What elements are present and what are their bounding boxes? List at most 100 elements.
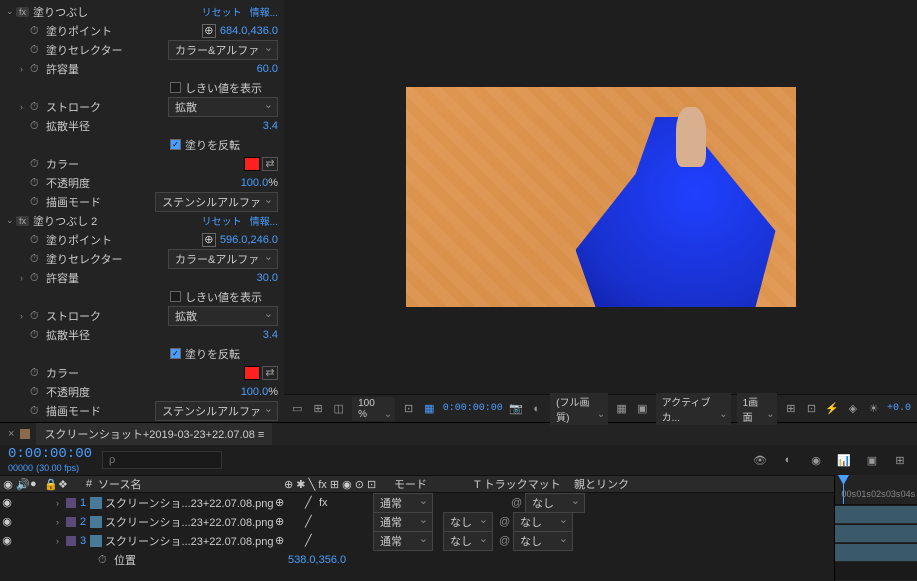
percent-value[interactable]: 100.0	[241, 177, 269, 189]
checkbox[interactable]	[170, 291, 181, 302]
pickwhip-icon[interactable]: @	[511, 497, 525, 509]
checkbox[interactable]	[170, 82, 181, 93]
motion-blur-icon[interactable]: ◉	[807, 451, 825, 469]
channels-icon[interactable]: ◐	[529, 400, 544, 418]
layer-name[interactable]: スクリーンショ...23+22.07.08.png	[105, 533, 275, 549]
expand-icon[interactable]: ›	[20, 311, 30, 321]
layer-switches-icon[interactable]: ⊞	[891, 451, 909, 469]
exposure-icon[interactable]: ☀	[866, 400, 881, 418]
views-dropdown[interactable]: 1画面	[737, 393, 778, 425]
reset-link[interactable]: リセット	[202, 213, 242, 228]
dropdown[interactable]: カラー&アルファ	[168, 40, 278, 60]
parent-dropdown[interactable]: なし	[525, 493, 585, 513]
stopwatch-icon[interactable]: ⏱	[30, 101, 42, 113]
point-value[interactable]: 596.0,246.0	[220, 234, 278, 246]
dropdown[interactable]: ステンシルアルファ	[155, 401, 278, 421]
view-option1-icon[interactable]: ⊞	[783, 400, 798, 418]
view-icon[interactable]: ▣	[635, 400, 650, 418]
eyedropper-icon[interactable]: ⇄	[262, 157, 278, 171]
label-color[interactable]	[66, 498, 76, 508]
zoom-dropdown[interactable]: 100 %	[352, 397, 395, 421]
stopwatch-icon[interactable]: ⏱	[30, 25, 42, 37]
blend-mode-dropdown[interactable]: 通常	[373, 493, 433, 513]
pickwhip-icon[interactable]: @	[499, 535, 513, 547]
info-link[interactable]: 情報...	[250, 4, 278, 19]
stopwatch-icon[interactable]: ⏱	[30, 196, 42, 208]
layer-row[interactable]: ◉›3スクリーンショ...23+22.07.08.png⊕╱通常なし@なし	[0, 531, 834, 550]
quality-dropdown[interactable]: (フル画質)	[550, 393, 608, 425]
visibility-icon[interactable]: ◉	[0, 496, 14, 509]
pickwhip-icon[interactable]: @	[499, 516, 513, 528]
preview-timecode[interactable]: 0:00:00:00	[443, 403, 503, 414]
color-swatch[interactable]	[244, 157, 260, 171]
draft3d-icon[interactable]: ▣	[863, 451, 881, 469]
label-color[interactable]	[66, 517, 76, 527]
clip[interactable]	[835, 525, 917, 542]
camera-dropdown[interactable]: アクティブカ...	[656, 393, 731, 425]
transparency-icon[interactable]: ▦	[614, 400, 629, 418]
preview-canvas[interactable]	[284, 0, 917, 394]
expand-icon[interactable]: ›	[20, 64, 30, 74]
view-option2-icon[interactable]: ⊡	[804, 400, 819, 418]
label-color[interactable]	[66, 536, 76, 546]
numeric-value[interactable]: 60.0	[257, 63, 278, 75]
point-value[interactable]: 684.0,436.0	[220, 25, 278, 37]
layer-name[interactable]: スクリーンショ...23+22.07.08.png	[105, 514, 275, 530]
eyedropper-icon[interactable]: ⇄	[262, 366, 278, 380]
current-timecode[interactable]: 0:00:00:00	[8, 446, 92, 462]
clip[interactable]	[835, 506, 917, 523]
dropdown[interactable]: 拡散	[168, 306, 278, 326]
reset-link[interactable]: リセット	[202, 4, 242, 19]
percent-value[interactable]: 100.0	[241, 386, 269, 398]
exposure-offset[interactable]: +0.0	[887, 403, 911, 414]
parent-dropdown[interactable]: なし	[513, 512, 573, 532]
stopwatch-icon[interactable]: ⏱	[30, 63, 42, 75]
collapse-icon[interactable]: ⌄	[6, 6, 16, 17]
region-icon[interactable]: ▦	[422, 400, 437, 418]
track-matte-dropdown[interactable]: なし	[443, 531, 493, 551]
track[interactable]	[835, 524, 917, 543]
numeric-value[interactable]: 3.4	[263, 120, 278, 132]
point-target-icon[interactable]: ⊕	[202, 24, 216, 38]
clip[interactable]	[835, 544, 917, 561]
track[interactable]	[835, 505, 917, 524]
checkbox[interactable]: ✓	[170, 348, 181, 359]
expand-icon[interactable]: ›	[20, 273, 30, 283]
stopwatch-icon[interactable]: ⏱	[30, 44, 42, 56]
mask-icon[interactable]: ◫	[331, 400, 346, 418]
expand-icon[interactable]: ›	[56, 536, 66, 546]
track[interactable]	[835, 562, 917, 581]
color-swatch[interactable]	[244, 366, 260, 380]
stopwatch-icon[interactable]: ⏱	[30, 405, 42, 417]
frame-blend-icon[interactable]: ◐	[779, 451, 797, 469]
position-value[interactable]: 538.0,356.0	[288, 554, 346, 566]
track-matte-dropdown[interactable]: なし	[443, 512, 493, 532]
dropdown[interactable]: カラー&アルファ	[168, 249, 278, 269]
stopwatch-icon[interactable]: ⏱	[30, 120, 42, 132]
stopwatch-icon[interactable]: ⏱	[30, 234, 42, 246]
stopwatch-icon[interactable]: ⏱	[30, 253, 42, 265]
resolution-icon[interactable]: ⊡	[401, 400, 416, 418]
stopwatch-icon[interactable]: ⏱	[30, 158, 42, 170]
blend-mode-dropdown[interactable]: 通常	[373, 512, 433, 532]
visibility-icon[interactable]: ◉	[0, 534, 14, 547]
search-input[interactable]	[102, 451, 222, 469]
stopwatch-icon[interactable]: ⏱	[30, 329, 42, 341]
stopwatch-icon[interactable]: ⏱	[30, 386, 42, 398]
layer-row[interactable]: ◉›2スクリーンショ...23+22.07.08.png⊕╱通常なし@なし	[0, 512, 834, 531]
layer-row[interactable]: ◉›1スクリーンショ...23+22.07.08.png⊕╱fx通常@なし	[0, 493, 834, 512]
parent-dropdown[interactable]: なし	[513, 531, 573, 551]
graph-icon[interactable]: 📊	[835, 451, 853, 469]
expand-icon[interactable]: ›	[56, 498, 66, 508]
cursor-icon[interactable]: ▭	[290, 400, 305, 418]
info-link[interactable]: 情報...	[250, 213, 278, 228]
stopwatch-icon[interactable]: ⏱	[98, 554, 110, 566]
numeric-value[interactable]: 30.0	[257, 272, 278, 284]
fast-preview-icon[interactable]: ⚡	[825, 400, 840, 418]
grid-icon[interactable]: ⊞	[311, 400, 326, 418]
shy-icon[interactable]: 👁	[751, 451, 769, 469]
dropdown[interactable]: ステンシルアルファ	[155, 192, 278, 212]
collapse-icon[interactable]: ⌄	[6, 215, 16, 226]
effect-name[interactable]: 塗りつぶし	[33, 4, 202, 20]
effect-name[interactable]: 塗りつぶし 2	[33, 213, 202, 229]
